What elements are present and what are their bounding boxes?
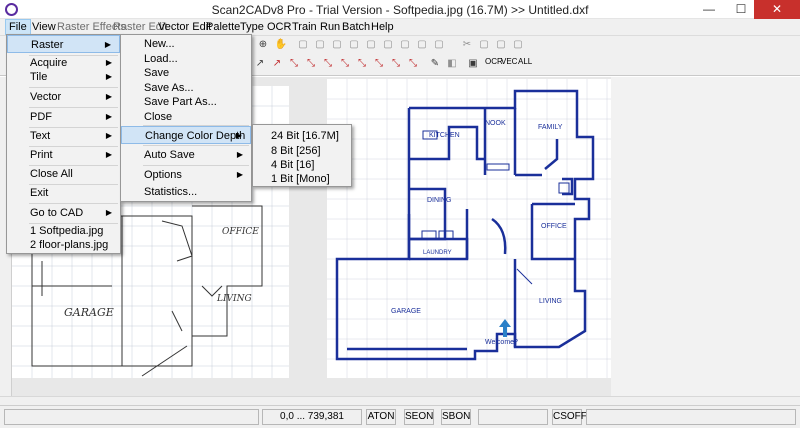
maximize-button[interactable]: ☐: [726, 0, 756, 19]
scan-label-living: LIVING: [216, 294, 252, 304]
right-panel: [611, 77, 800, 396]
all-button[interactable]: ALL: [518, 57, 532, 66]
window-title: Scan2CADv8 Pro - Trial Version - Softped…: [211, 3, 589, 17]
line-tool-icon[interactable]: ↗: [253, 57, 267, 71]
menu-vector-edit[interactable]: Vector Edit: [158, 21, 211, 33]
cut-icon[interactable]: ✂: [460, 38, 474, 52]
file-menu-text[interactable]: Text ▶: [7, 127, 120, 145]
submenu-arrow-icon: ▶: [105, 150, 112, 159]
raster-close[interactable]: Close: [121, 108, 251, 126]
menu-train[interactable]: Train: [292, 21, 317, 33]
file-menu-tile[interactable]: Tile ▶: [7, 68, 120, 86]
submenu-arrow-icon: ▶: [236, 150, 243, 159]
menu-ocr[interactable]: OCR: [267, 21, 291, 33]
status-sbon[interactable]: SBON: [441, 409, 471, 425]
select-arc-icon[interactable]: ▢: [330, 38, 344, 52]
room-office: OFFICE: [541, 223, 567, 230]
file-menu-recent-2[interactable]: 2 floor-plans.jpg: [7, 236, 120, 254]
submenu-arrow-icon: ▶: [105, 112, 112, 121]
submenu-arrow-icon: ▶: [105, 72, 112, 81]
status-bar: 0,0 ... 739,381 ATON SEON SBON CSOFF: [0, 405, 800, 428]
select-line-icon[interactable]: ▢: [313, 38, 327, 52]
file-menu-exit[interactable]: Exit: [7, 184, 120, 202]
minimize-button[interactable]: —: [694, 0, 724, 19]
raster-statistics[interactable]: Statistics...: [121, 183, 251, 201]
select-circle-icon[interactable]: ▢: [347, 38, 361, 52]
menu-help[interactable]: Help: [371, 21, 394, 33]
file-menu-raster[interactable]: Raster ▶: [7, 35, 120, 53]
file-menu-pdf[interactable]: PDF ▶: [7, 108, 120, 126]
file-menu-vector[interactable]: Vector ▶: [7, 88, 120, 106]
room-living: LIVING: [539, 298, 562, 305]
room-nook: NOOK: [485, 120, 506, 127]
eyedropper-icon[interactable]: ✎: [428, 57, 442, 71]
draw-rect-icon[interactable]: ⤡: [338, 57, 352, 71]
scan-label-garage: GARAGE: [64, 306, 114, 319]
status-coords: 0,0 ... 739,381: [262, 409, 362, 425]
draw-line-icon[interactable]: ↗: [270, 57, 284, 71]
title-bar: Scan2CADv8 Pro - Trial Version - Softped…: [0, 0, 800, 19]
menu-view[interactable]: View: [32, 21, 56, 33]
submenu-arrow-icon: ▶: [235, 131, 242, 140]
delete-icon[interactable]: ▢: [511, 38, 525, 52]
menu-type[interactable]: Type: [240, 21, 264, 33]
close-button[interactable]: ✕: [754, 0, 800, 19]
room-family: FAMILY: [538, 124, 563, 131]
status-extra: [586, 409, 796, 425]
room-kitchen: KITCHEN: [429, 132, 460, 139]
select-all-icon[interactable]: ▢: [415, 38, 429, 52]
color-depth-1[interactable]: 1 Bit [Mono]: [253, 170, 351, 188]
color-depth-submenu: 24 Bit [16.7M] 8 Bit [256] 4 Bit [16] 1 …: [252, 124, 352, 187]
status-seon[interactable]: SEON: [404, 409, 434, 425]
raster-auto-save[interactable]: Auto Save ▶: [121, 146, 251, 164]
text-ocr-icon[interactable]: ▣: [466, 57, 480, 71]
room-laundry: LAUNDRY: [423, 250, 452, 256]
menu-palette[interactable]: Palette: [206, 21, 240, 33]
raster-submenu: New... Load... Save Save As... Save Part…: [120, 34, 252, 202]
draw-arc-icon[interactable]: ⤡: [304, 57, 318, 71]
draw-circle-icon[interactable]: ⤡: [321, 57, 335, 71]
submenu-arrow-icon: ▶: [105, 131, 112, 140]
draw-ellipse-icon[interactable]: ⤡: [355, 57, 369, 71]
welcome-label: Welcome?: [485, 339, 518, 346]
menu-file[interactable]: File: [5, 19, 31, 35]
copy-icon[interactable]: ▢: [477, 38, 491, 52]
status-csoff[interactable]: CSOFF: [552, 409, 587, 425]
submenu-arrow-icon: ▶: [236, 170, 243, 179]
horizontal-scrollbar[interactable]: [0, 396, 800, 405]
room-garage: GARAGE: [391, 308, 421, 315]
draw-text-icon[interactable]: ⤡: [372, 57, 386, 71]
file-menu-print[interactable]: Print ▶: [7, 146, 120, 164]
vec-button[interactable]: VEC: [501, 57, 517, 66]
room-dining: DINING: [427, 197, 452, 204]
zoom-icon[interactable]: ⊕: [256, 38, 270, 52]
file-menu-go-to-cad[interactable]: Go to CAD ▶: [7, 204, 120, 222]
status-message: [4, 409, 259, 425]
status-empty: [478, 409, 548, 425]
raster-options[interactable]: Options ▶: [121, 166, 251, 184]
raster-change-color-depth[interactable]: Change Color Depth ▶: [121, 126, 251, 144]
select-poly-icon[interactable]: ▢: [381, 38, 395, 52]
select-rect-icon[interactable]: ▢: [398, 38, 412, 52]
status-aton[interactable]: ATON: [366, 409, 396, 425]
menu-run[interactable]: Run: [320, 21, 340, 33]
paste-icon[interactable]: ▢: [494, 38, 508, 52]
vectorized-plan: KITCHEN NOOK FAMILY DINING OFFICE LAUNDR…: [327, 79, 611, 378]
select-icon[interactable]: ▢: [296, 38, 310, 52]
file-menu-close-all[interactable]: Close All: [7, 165, 120, 183]
pan-hand-icon[interactable]: ✋: [274, 38, 288, 52]
eraser-icon[interactable]: ◧: [445, 57, 459, 71]
submenu-arrow-icon: ▶: [104, 40, 111, 49]
select-text-icon[interactable]: ▢: [364, 38, 378, 52]
select-none-icon[interactable]: ▢: [432, 38, 446, 52]
draw-spline-icon[interactable]: ⤡: [406, 57, 420, 71]
submenu-arrow-icon: ▶: [105, 208, 112, 217]
draw-polyline-icon[interactable]: ⤡: [287, 57, 301, 71]
scan-label-office: OFFICE: [222, 227, 259, 237]
submenu-arrow-icon: ▶: [105, 92, 112, 101]
draw-arrow-icon[interactable]: ⤡: [389, 57, 403, 71]
menu-batch[interactable]: Batch: [342, 21, 370, 33]
file-menu: Raster ▶ Acquire ▶ Tile ▶ Vector ▶ PDF ▶ Text…: [6, 34, 121, 254]
